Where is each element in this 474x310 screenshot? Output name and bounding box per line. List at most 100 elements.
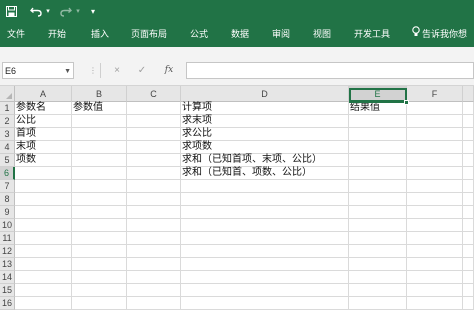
- tab-home[interactable]: 开始: [48, 22, 66, 47]
- column-header-d[interactable]: D: [181, 86, 349, 102]
- tab-formulas[interactable]: 公式: [190, 22, 208, 47]
- cell-g15[interactable]: [463, 284, 474, 297]
- cell-c15[interactable]: [127, 284, 181, 297]
- cell-e15[interactable]: [349, 284, 407, 297]
- cell-b11[interactable]: [72, 232, 127, 245]
- cell-c16[interactable]: [127, 297, 181, 310]
- cell-e6[interactable]: [349, 167, 407, 180]
- tab-view[interactable]: 视图: [313, 22, 331, 47]
- row-header-3[interactable]: 3: [0, 128, 15, 141]
- chevron-down-icon[interactable]: ▼: [64, 63, 71, 80]
- row-header-7[interactable]: 7: [0, 180, 15, 193]
- cell-g13[interactable]: [463, 258, 474, 271]
- cell-c13[interactable]: [127, 258, 181, 271]
- cell-d7[interactable]: [181, 180, 349, 193]
- cell-f13[interactable]: [407, 258, 463, 271]
- cell-c9[interactable]: [127, 206, 181, 219]
- cell-f16[interactable]: [407, 297, 463, 310]
- cell-b3[interactable]: [72, 128, 127, 141]
- tab-file[interactable]: 文件: [7, 22, 25, 47]
- cell-a9[interactable]: [15, 206, 72, 219]
- cell-f7[interactable]: [407, 180, 463, 193]
- cell-e3[interactable]: [349, 128, 407, 141]
- redo-dropdown-icon[interactable]: ▾: [74, 2, 82, 20]
- cell-g6[interactable]: [463, 167, 474, 180]
- cell-c8[interactable]: [127, 193, 181, 206]
- worksheet-grid[interactable]: A B C D E F 1 参数名 参数值 计算项 结果值 2 公比 求末项 3 首项 求公比 4 末项…: [0, 86, 474, 310]
- cell-d11[interactable]: [181, 232, 349, 245]
- cell-a13[interactable]: [15, 258, 72, 271]
- cell-e5[interactable]: [349, 154, 407, 167]
- cell-g8[interactable]: [463, 193, 474, 206]
- cell-a2[interactable]: 公比: [15, 115, 72, 128]
- cell-c4[interactable]: [127, 141, 181, 154]
- cell-e16[interactable]: [349, 297, 407, 310]
- cell-b10[interactable]: [72, 219, 127, 232]
- cell-g5[interactable]: [463, 154, 474, 167]
- cell-f5[interactable]: [407, 154, 463, 167]
- cell-c6[interactable]: [127, 167, 181, 180]
- fill-handle[interactable]: [404, 100, 409, 105]
- cell-g16[interactable]: [463, 297, 474, 310]
- column-header-f[interactable]: F: [407, 86, 463, 102]
- cell-b2[interactable]: [72, 115, 127, 128]
- cell-c5[interactable]: [127, 154, 181, 167]
- cell-g3[interactable]: [463, 128, 474, 141]
- cell-f2[interactable]: [407, 115, 463, 128]
- cell-a12[interactable]: [15, 245, 72, 258]
- row-header-1[interactable]: 1: [0, 102, 15, 115]
- cell-c10[interactable]: [127, 219, 181, 232]
- cell-a11[interactable]: [15, 232, 72, 245]
- row-header-9[interactable]: 9: [0, 206, 15, 219]
- cell-b5[interactable]: [72, 154, 127, 167]
- cell-e13[interactable]: [349, 258, 407, 271]
- cell-b15[interactable]: [72, 284, 127, 297]
- row-header-10[interactable]: 10: [0, 219, 15, 232]
- cancel-icon[interactable]: ×: [110, 62, 124, 79]
- cell-e9[interactable]: [349, 206, 407, 219]
- row-header-12[interactable]: 12: [0, 245, 15, 258]
- cell-d15[interactable]: [181, 284, 349, 297]
- cell-b6[interactable]: [72, 167, 127, 180]
- cell-b13[interactable]: [72, 258, 127, 271]
- cell-a3[interactable]: 首项: [15, 128, 72, 141]
- row-header-16[interactable]: 16: [0, 297, 15, 310]
- cell-b7[interactable]: [72, 180, 127, 193]
- cell-g12[interactable]: [463, 245, 474, 258]
- cell-b16[interactable]: [72, 297, 127, 310]
- row-header-15[interactable]: 15: [0, 284, 15, 297]
- cell-g7[interactable]: [463, 180, 474, 193]
- cell-g4[interactable]: [463, 141, 474, 154]
- row-header-8[interactable]: 8: [0, 193, 15, 206]
- tab-insert[interactable]: 插入: [91, 22, 109, 47]
- cell-f3[interactable]: [407, 128, 463, 141]
- cell-d6[interactable]: 求和（已知首、项数、公比）: [181, 167, 349, 180]
- name-box[interactable]: E6 ▼: [2, 62, 74, 79]
- cell-d14[interactable]: [181, 271, 349, 284]
- cell-g1[interactable]: [463, 102, 474, 115]
- cell-a8[interactable]: [15, 193, 72, 206]
- cell-e1[interactable]: 结果值: [349, 102, 407, 115]
- column-header-b[interactable]: B: [72, 86, 127, 102]
- row-header-6[interactable]: 6: [0, 167, 15, 180]
- cell-d5[interactable]: 求和（已知首项、末项、公比）: [181, 154, 349, 167]
- cell-d16[interactable]: [181, 297, 349, 310]
- row-header-13[interactable]: 13: [0, 258, 15, 271]
- cell-e12[interactable]: [349, 245, 407, 258]
- more-options-icon[interactable]: ⋮: [86, 62, 100, 79]
- cell-a5[interactable]: 项数: [15, 154, 72, 167]
- cell-d4[interactable]: 求项数: [181, 141, 349, 154]
- column-header-g[interactable]: [463, 86, 474, 102]
- tab-review[interactable]: 审阅: [272, 22, 290, 47]
- customize-toolbar-icon[interactable]: ▾: [88, 2, 98, 20]
- enter-icon[interactable]: ✓: [135, 62, 149, 79]
- cell-f9[interactable]: [407, 206, 463, 219]
- cell-e4[interactable]: [349, 141, 407, 154]
- undo-dropdown-icon[interactable]: ▾: [44, 2, 52, 20]
- cell-e2[interactable]: [349, 115, 407, 128]
- cell-g14[interactable]: [463, 271, 474, 284]
- cell-d12[interactable]: [181, 245, 349, 258]
- undo-icon[interactable]: [28, 2, 44, 20]
- cell-c1[interactable]: [127, 102, 181, 115]
- cell-a10[interactable]: [15, 219, 72, 232]
